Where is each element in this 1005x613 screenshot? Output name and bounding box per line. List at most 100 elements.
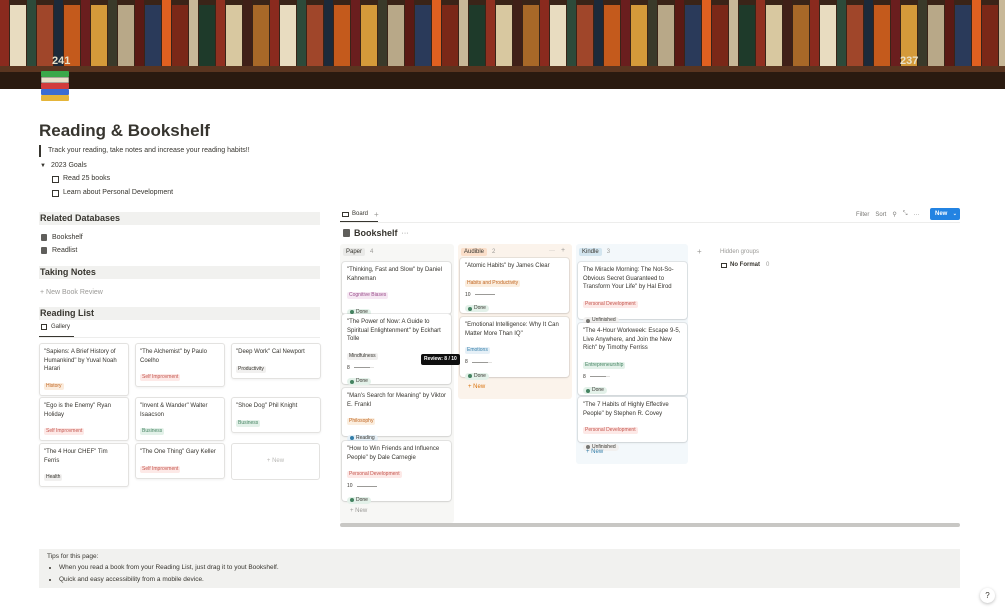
book-spine: [658, 5, 674, 71]
status-badge: Done: [465, 372, 489, 380]
books-icon[interactable]: [41, 69, 69, 101]
book-spine: [729, 0, 738, 66]
goals-toggle[interactable]: ▼ 2023 Goals: [40, 161, 87, 171]
link-readlist[interactable]: Readlist: [41, 247, 77, 254]
filter-button[interactable]: Filter: [856, 212, 869, 218]
chevron-down-icon[interactable]: ⌄: [953, 208, 957, 220]
board-card[interactable]: "The Power of Now: A Guide to Spiritual …: [342, 314, 451, 385]
card-tag: Mindfulness: [347, 352, 378, 360]
tips-heading: Tips for this page:: [47, 553, 99, 560]
book-spine: [766, 5, 782, 71]
page-icon: [41, 247, 47, 254]
status-dot: [468, 374, 472, 378]
view-title[interactable]: Bookshelf ···: [343, 228, 409, 238]
page-quote[interactable]: Track your reading, take notes and incre…: [39, 145, 250, 157]
column-new-button[interactable]: + New: [586, 449, 603, 455]
new-card-button[interactable]: + New: [231, 443, 320, 480]
book-spine: [928, 5, 944, 71]
shelf-number: 241: [52, 55, 71, 67]
new-book-review-button[interactable]: + New Book Review: [40, 289, 103, 296]
todo-item[interactable]: Read 25 books: [52, 174, 110, 184]
expand-icon[interactable]: ⤡: [903, 211, 908, 218]
column-new-button[interactable]: + New: [350, 508, 367, 514]
book-spine: [891, 0, 900, 66]
board-card[interactable]: "How to Win Friends and Influence People…: [342, 441, 451, 504]
link-bookshelf[interactable]: Bookshelf: [41, 234, 83, 241]
book-spine: [270, 0, 279, 66]
todo-label: Learn about Personal Development: [63, 189, 174, 196]
card-title: "Man's Search for Meaning" by Viktor E. …: [347, 393, 447, 408]
book-spine: [712, 5, 728, 71]
rating-value: 8: [465, 359, 468, 365]
book-spine: [216, 0, 225, 66]
add-card-icon[interactable]: +: [561, 247, 565, 254]
rating: 10: [465, 292, 564, 298]
book-spine: [999, 0, 1005, 66]
checkbox[interactable]: [52, 189, 59, 197]
board-card[interactable]: "The 7 Habits of Highly Effective People…: [578, 397, 687, 451]
no-format-count: 0: [766, 262, 770, 268]
hidden-group-no-format[interactable]: No Format 0: [721, 262, 769, 268]
book-spine: [837, 0, 846, 66]
column-header[interactable]: Kindle 3: [579, 248, 610, 256]
gallery-card[interactable]: "Invent & Wander" Walter Isaacson Busines…: [135, 397, 225, 441]
gallery-card[interactable]: "The One Thing" Gary Keller Self Improvme…: [135, 443, 225, 479]
book-spine: [108, 0, 117, 66]
status-label: Done: [474, 372, 486, 379]
column-header[interactable]: Audible 2: [461, 248, 495, 256]
column-new-button[interactable]: + New: [468, 384, 485, 390]
book-spine: [442, 5, 458, 71]
rating: 10: [347, 483, 446, 489]
horizontal-scrollbar[interactable]: [340, 523, 960, 527]
more-icon[interactable]: ···: [914, 212, 920, 218]
board-card[interactable]: "Atomic Habits" by James Clear Habits and…: [460, 258, 569, 313]
gallery-card[interactable]: "The Alchemist" by Paulo Coelho Self Impr…: [135, 343, 225, 387]
tab-board[interactable]: Board: [342, 211, 368, 217]
new-button[interactable]: New ⌄: [930, 208, 960, 220]
triangle-down-icon[interactable]: ▼: [40, 161, 49, 171]
book-spine: [955, 5, 971, 71]
board-card[interactable]: "The 4-Hour Workweek: Escape 9-5, Live A…: [578, 323, 687, 395]
book-spine: [523, 5, 539, 71]
page-title[interactable]: Reading & Bookshelf: [39, 121, 210, 141]
book-spine: [307, 5, 323, 71]
book-spine: [172, 5, 188, 71]
status-badge: Done: [583, 387, 607, 394]
gallery-card[interactable]: "Sapiens: A Brief History of Humankind" …: [39, 343, 129, 396]
board-card[interactable]: "Emotional Intelligence: Why It Can Matt…: [460, 317, 569, 380]
search-icon[interactable]: ⚲: [892, 211, 896, 218]
page-icon: [41, 234, 47, 241]
column-count: 2: [492, 249, 496, 255]
tips-item: Quick and easy accessibility from a mobi…: [59, 574, 952, 586]
gallery-card[interactable]: "Deep Work" Cal Newport Productivity: [231, 343, 321, 379]
more-icon[interactable]: ···: [549, 248, 555, 254]
gallery-card[interactable]: "Ego is the Enemy" Ryan Holiday Self Impr…: [39, 397, 129, 441]
checkbox[interactable]: [52, 175, 59, 183]
todo-item[interactable]: Learn about Personal Development: [52, 188, 173, 198]
book-spine: [361, 5, 377, 71]
no-format-label: No Format: [730, 262, 760, 268]
hidden-groups-label: Hidden groups: [720, 249, 760, 255]
add-group-button[interactable]: +: [697, 247, 702, 256]
taking-notes-heading: Taking Notes: [39, 266, 320, 279]
board-card[interactable]: "Thinking, Fast and Slow" by Daniel Kahn…: [342, 262, 451, 316]
new-button-label: New: [935, 211, 948, 217]
status-dot: [350, 498, 354, 502]
card-title: "Atomic Habits" by James Clear: [465, 263, 550, 269]
more-icon[interactable]: ···: [402, 230, 409, 237]
board-card[interactable]: The Miracle Morning: The Not-So-Obvious …: [578, 262, 687, 324]
book-spine: [351, 0, 360, 66]
sort-button[interactable]: Sort: [875, 212, 886, 218]
status-dot: [586, 318, 590, 323]
add-view-button[interactable]: +: [374, 210, 379, 219]
help-button[interactable]: ?: [980, 588, 995, 603]
board-card[interactable]: "Man's Search for Meaning" by Viktor E. …: [342, 388, 451, 442]
related-databases-heading: Related Databases: [39, 212, 320, 225]
tab-gallery[interactable]: Gallery: [41, 324, 70, 330]
column-header[interactable]: Paper 4: [343, 248, 373, 256]
book-spine: [297, 0, 306, 66]
gallery-card[interactable]: "The 4 Hour CHEF" Tim Ferris Health: [39, 443, 129, 487]
board-toolbar: Filter Sort ⚲ ⤡ ···: [856, 211, 920, 218]
book-spine: [486, 0, 495, 66]
gallery-card[interactable]: "Shoe Dog" Phil Knight Business: [231, 397, 321, 433]
